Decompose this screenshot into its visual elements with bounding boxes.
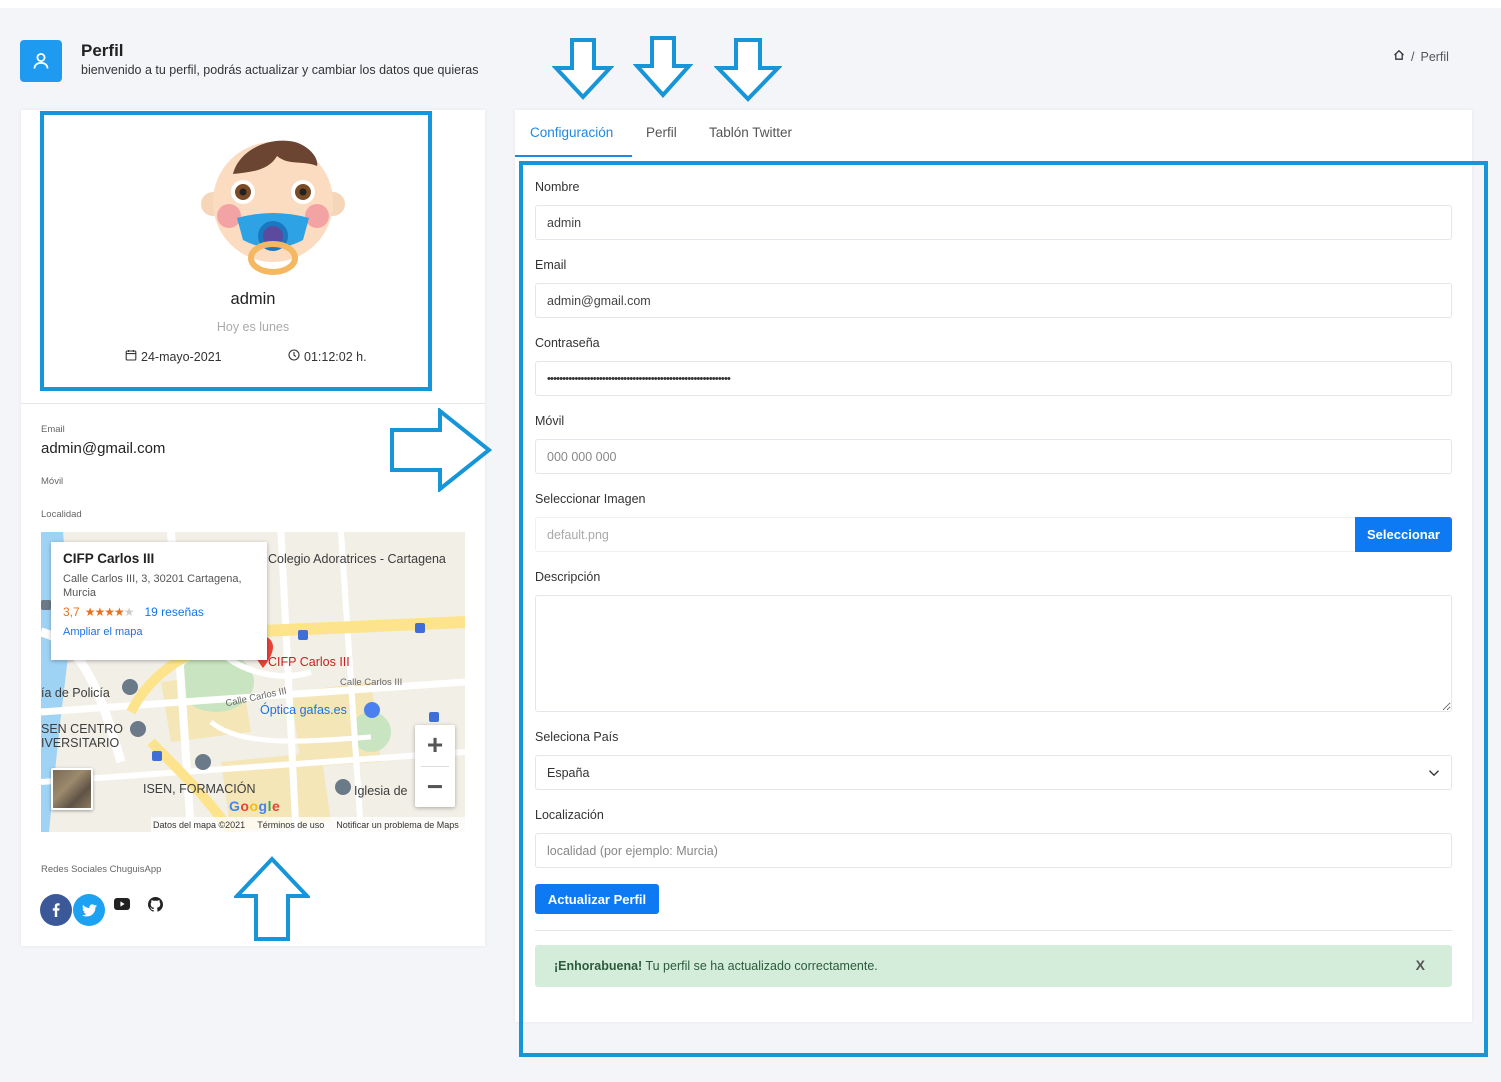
map-label-cifp: CIFP Carlos III (268, 655, 350, 669)
map-label-iglesia: Iglesia de (354, 784, 408, 798)
divider (21, 403, 485, 404)
map-zoom-control: + − (415, 725, 455, 807)
map-label-optica: Óptica gafas.es (260, 703, 347, 717)
breadcrumb-current: Perfil (1420, 49, 1449, 64)
tab-bar: Configuración Perfil Tablón Twitter (515, 110, 1472, 157)
page-subtitle: bienvenido a tu perfil, podrás actualiza… (81, 63, 479, 77)
twitter-icon[interactable] (73, 894, 105, 926)
map-report-link[interactable]: Notificar un problema de Maps (336, 820, 459, 830)
user-icon (20, 40, 62, 82)
github-icon[interactable] (147, 896, 163, 912)
map-label-colegio: Colegio Adoratrices - Cartagena (268, 552, 446, 566)
location-label: Localidad (41, 509, 82, 520)
email-label: Email (41, 424, 65, 435)
map-rating: 3,7 ★★★★★ 19 reseñas (63, 605, 255, 619)
map-place-name: CIFP Carlos III (63, 551, 155, 566)
map-label-policia: ía de Policía (41, 686, 110, 700)
map-enlarge-link[interactable]: Ampliar el mapa (63, 626, 255, 638)
rating-stars-icon: ★★★★★ (84, 605, 135, 619)
satellite-toggle[interactable] (51, 768, 93, 810)
zoom-out-button[interactable]: − (415, 767, 455, 807)
map-data-text: Datos del mapa ©2021 (153, 819, 246, 830)
breadcrumb-separator: / (1411, 49, 1415, 64)
map-label-centro2: IVERSITARIO (41, 736, 120, 750)
arrow-down-icon (633, 36, 693, 98)
tab-active-indicator (515, 155, 632, 157)
arrow-right-icon (390, 408, 492, 492)
arrow-up-icon (234, 856, 310, 941)
map-label-centro1: SEN CENTRO (41, 722, 123, 736)
embedded-map[interactable]: Colegio Adoratrices - Cartagena CIFP Car… (41, 532, 465, 832)
tab-tablon-twitter[interactable]: Tablón Twitter (709, 125, 792, 140)
map-info-box: CIFP Carlos III Calle Carlos III, 3, 302… (51, 542, 267, 660)
highlight-box-profile (40, 111, 432, 391)
social-label: Redes Sociales ChuguisApp (41, 864, 162, 875)
map-label-formacion: ISEN, FORMACIÓN (143, 782, 256, 796)
google-logo: Google (229, 798, 281, 814)
highlight-box-form (519, 161, 1488, 1057)
map-label-calle1: Calle Carlos III (340, 677, 403, 688)
map-place-address: Calle Carlos III, 3, 30201 Cartagena, Mu… (63, 573, 242, 599)
arrow-down-icon (714, 38, 782, 102)
tab-configuracion[interactable]: Configuración (530, 125, 613, 140)
home-icon[interactable] (1393, 49, 1405, 64)
page-title: Perfil (81, 41, 124, 60)
map-footer: Datos del mapa ©2021 Términos de uso Not… (151, 817, 465, 832)
youtube-icon[interactable] (114, 896, 130, 912)
mobile-label: Móvil (41, 476, 64, 487)
arrow-down-icon (552, 38, 614, 100)
zoom-in-button[interactable]: + (415, 725, 455, 765)
breadcrumb: / Perfil (1393, 49, 1449, 64)
map-reviews-link[interactable]: 19 reseñas (145, 605, 204, 619)
tab-perfil[interactable]: Perfil (646, 125, 677, 140)
email-value: admin@gmail.com (41, 440, 166, 457)
facebook-icon[interactable] (40, 894, 72, 926)
map-rating-value: 3,7 (63, 605, 80, 619)
map-terms-link[interactable]: Términos de uso (257, 820, 324, 830)
